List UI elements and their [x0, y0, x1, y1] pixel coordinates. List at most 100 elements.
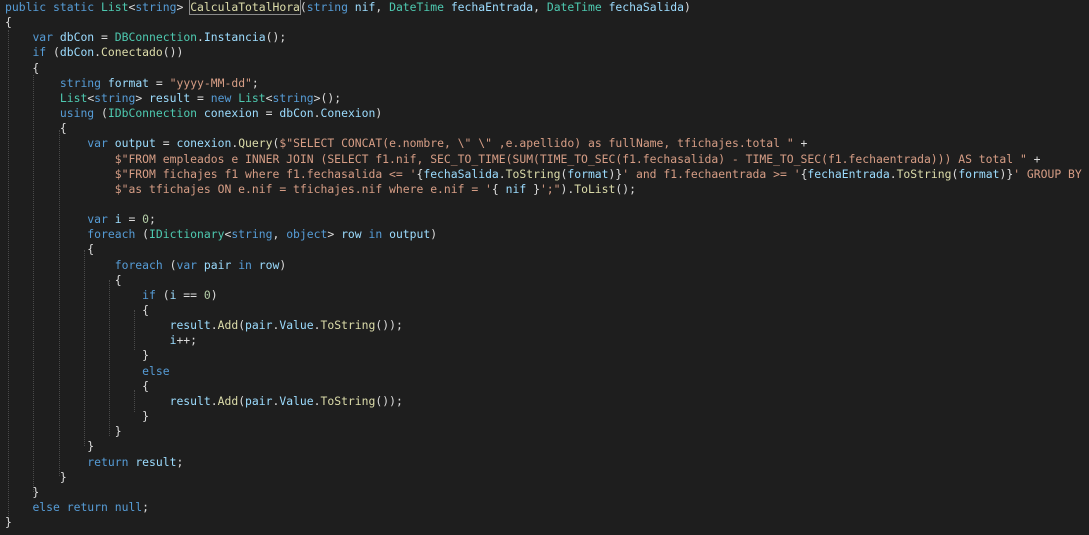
code-token: fechaEntrada	[807, 166, 890, 181]
code-token: 0	[203, 287, 211, 302]
code-token: List	[101, 0, 129, 14]
code-token: .	[313, 393, 321, 408]
code-token: ());	[375, 318, 403, 333]
code-token: fechaEntrada	[450, 0, 534, 14]
code-token: row	[341, 227, 362, 242]
code-token: +	[793, 136, 808, 151]
code-token: ToString	[320, 318, 376, 333]
code-token: .	[94, 45, 102, 60]
code-token: }	[5, 439, 95, 454]
code-token: {	[5, 121, 67, 136]
code-line: {	[5, 61, 39, 76]
code-token: .	[313, 106, 321, 121]
code-token: )	[210, 287, 218, 302]
code-token: .	[210, 318, 218, 333]
code-token: pair	[245, 318, 273, 333]
code-token: {	[5, 272, 122, 287]
code-line: if (dbCon.Conectado())	[5, 45, 183, 60]
code-token: result	[169, 318, 211, 333]
code-token: ToString	[505, 166, 561, 181]
code-token: DateTime	[546, 0, 609, 14]
code-token: using	[59, 106, 102, 121]
code-token: {	[491, 181, 506, 196]
code-token: }	[5, 348, 150, 363]
code-token: string	[272, 90, 314, 105]
code-token: ;	[142, 499, 150, 514]
code-token: row	[258, 257, 280, 272]
code-token: format	[107, 75, 150, 90]
code-token: =	[190, 90, 211, 105]
code-line: }	[5, 348, 149, 363]
code-token: ).	[560, 181, 575, 196]
code-token: ToString	[896, 166, 952, 181]
code-token: else return null	[32, 499, 143, 514]
code-token: =	[155, 136, 177, 151]
code-line: }	[5, 424, 122, 439]
code-token: $"FROM empleados e INNER JOIN (SELECT f1…	[114, 151, 1027, 166]
code-token: dbCon	[59, 45, 95, 60]
code-token: ToList	[574, 181, 616, 196]
code-token: +	[1026, 151, 1041, 166]
code-token: ();	[265, 30, 287, 45]
code-token: string	[94, 90, 136, 105]
code-line: i++;	[5, 333, 197, 348]
code-token: string	[135, 0, 177, 14]
code-token: ;	[251, 75, 259, 90]
code-token: (	[53, 45, 60, 60]
code-token: (	[162, 287, 170, 302]
code-token: output	[114, 136, 156, 151]
code-line: else return null;	[5, 500, 149, 515]
code-token: ;	[176, 454, 184, 469]
code-token: return	[87, 454, 136, 469]
code-token: {	[5, 242, 95, 257]
code-token: $"SELECT CONCAT(e.nombre, \" \" ,e.apell…	[279, 136, 794, 151]
code-token: Value	[279, 318, 314, 333]
code-token: Add	[217, 318, 239, 333]
code-editor[interactable]: public static List<string> CalculaTotalH…	[0, 0, 1089, 535]
code-token: {	[5, 378, 150, 393]
code-token: }	[526, 181, 540, 196]
code-token: if	[32, 45, 54, 60]
code-token: ;	[149, 212, 156, 227]
code-token: List	[238, 90, 266, 105]
code-token: =	[149, 75, 170, 90]
code-line: {	[5, 273, 122, 288]
code-line: return result;	[5, 455, 183, 470]
code-line: {	[5, 379, 149, 394]
code-token: var	[87, 136, 115, 151]
code-token: public static	[5, 0, 102, 14]
code-token: foreach	[87, 227, 143, 242]
code-token: )	[430, 227, 438, 242]
code-token: "yyyy-MM-dd"	[169, 75, 252, 90]
code-token: result	[149, 90, 191, 105]
code-token: ';"	[539, 181, 561, 196]
code-line: if (i == 0)	[5, 287, 218, 303]
code-token: .	[889, 166, 897, 181]
code-token: >();	[313, 90, 342, 105]
code-token: Value	[279, 393, 314, 408]
code-token: fechaSalida	[608, 0, 685, 14]
code-token: nif	[505, 181, 527, 196]
code-token: (	[142, 227, 150, 242]
code-line: foreach (var pair in row)	[5, 258, 286, 273]
code-token: pair	[245, 393, 273, 408]
code-token: fechaSalida	[423, 166, 499, 181]
code-token: =	[121, 212, 143, 227]
code-token: .	[197, 30, 204, 45]
code-token: result	[135, 454, 177, 469]
code-token: {	[5, 60, 40, 75]
code-token: =	[258, 106, 280, 121]
code-line: }	[5, 485, 39, 500]
